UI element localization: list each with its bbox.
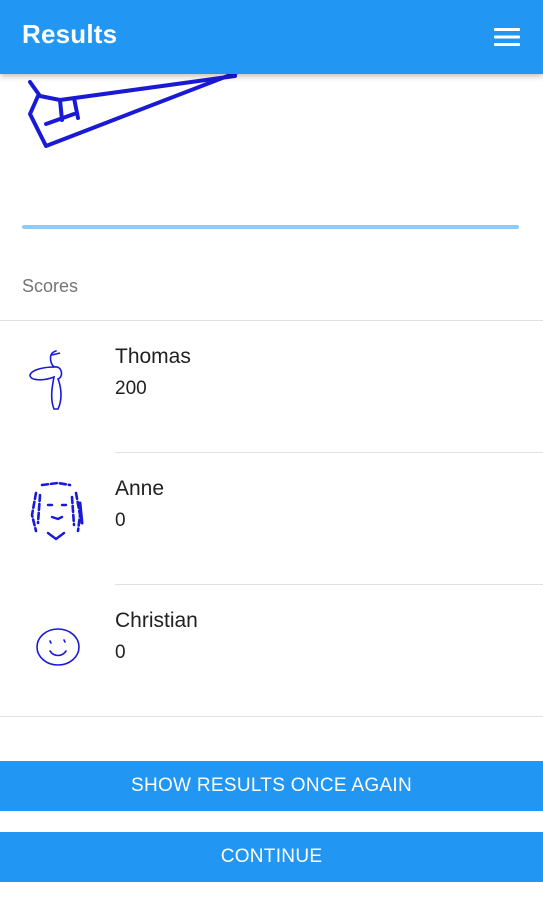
player-score: 0 bbox=[115, 642, 126, 663]
player-score: 0 bbox=[115, 510, 126, 531]
hamburger-menu-icon bbox=[494, 28, 520, 46]
show-results-again-button[interactable]: SHOW RESULTS ONCE AGAIN bbox=[0, 761, 543, 811]
drawing-canvas bbox=[0, 74, 543, 214]
player-score: 200 bbox=[115, 378, 147, 399]
scores-list: Thomas 200 Anne 0 Christian 0 bbox=[0, 320, 543, 717]
drawing-sketch bbox=[28, 74, 239, 148]
scores-section-label: Scores bbox=[22, 276, 79, 296]
continue-button[interactable]: CONTINUE bbox=[0, 832, 543, 882]
progress-line bbox=[22, 225, 519, 229]
menu-button[interactable] bbox=[491, 22, 523, 52]
list-item: Christian 0 bbox=[0, 585, 543, 717]
list-item: Thomas 200 bbox=[0, 321, 543, 453]
doodle-avatar-anne-icon bbox=[30, 481, 84, 541]
list-item: Anne 0 bbox=[0, 453, 543, 585]
page-title: Results bbox=[22, 19, 118, 49]
player-name: Anne bbox=[115, 477, 165, 500]
player-name: Christian bbox=[115, 609, 198, 632]
doodle-avatar-smiley-icon bbox=[36, 628, 80, 666]
app-bar: Results bbox=[0, 0, 543, 74]
doodle-avatar-thomas-icon bbox=[29, 350, 63, 410]
player-name: Thomas bbox=[115, 345, 191, 368]
